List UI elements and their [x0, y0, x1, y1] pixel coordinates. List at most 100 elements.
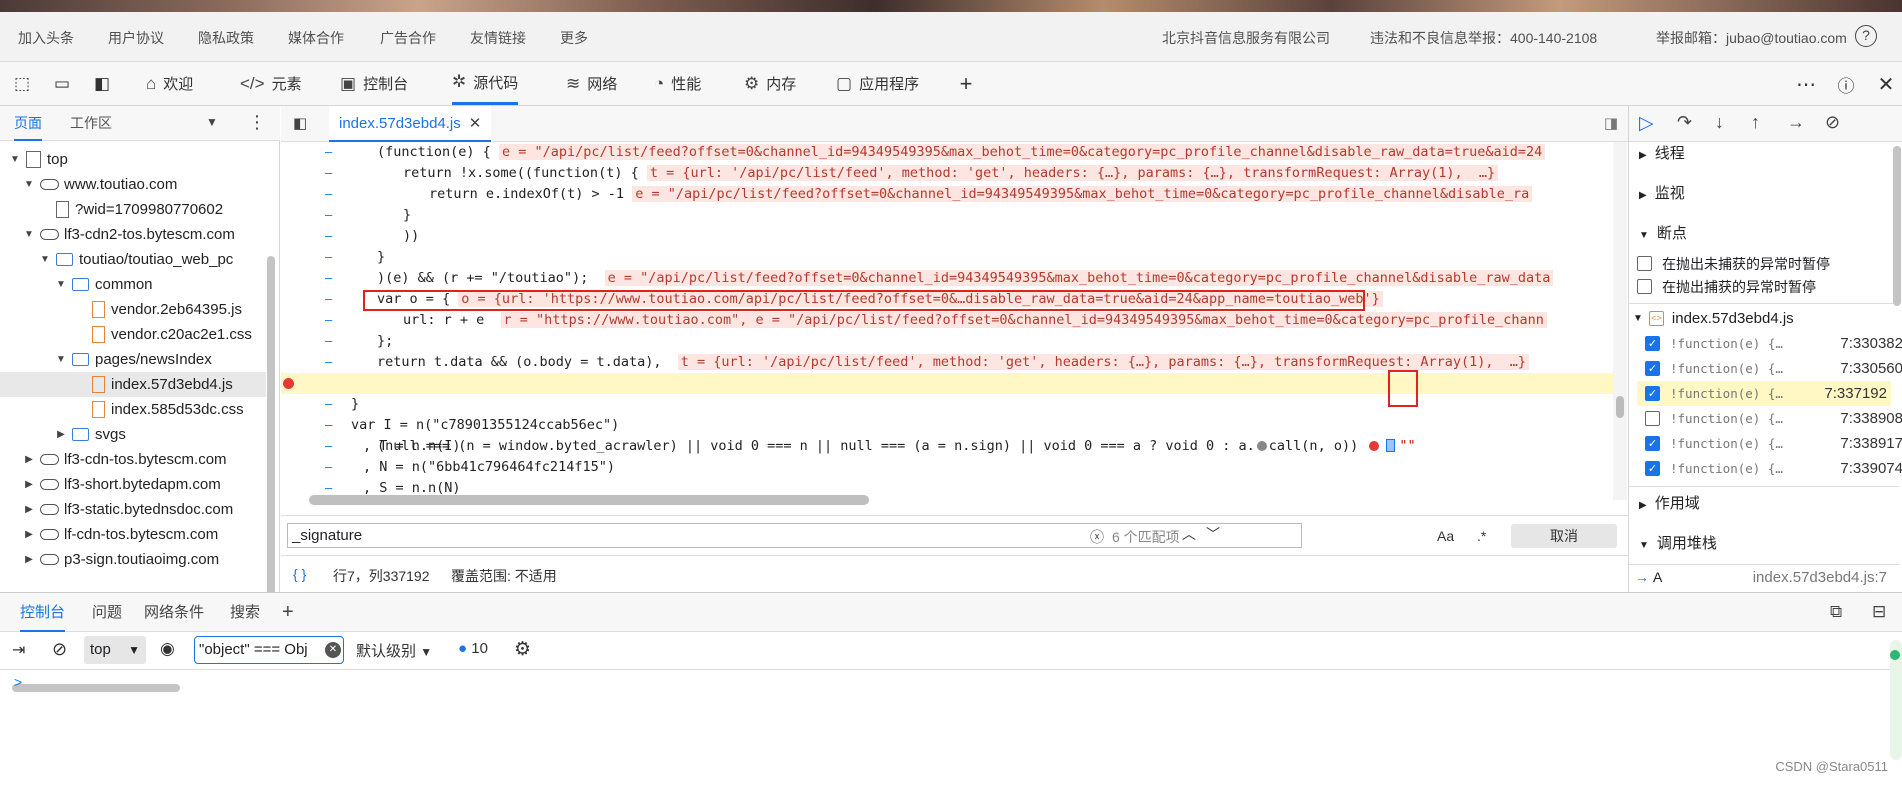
breakpoint-marker[interactable] [283, 378, 294, 389]
gear-icon[interactable]: ⚙ [514, 638, 531, 661]
checkbox[interactable]: ✓ [1645, 461, 1660, 476]
footer-link[interactable]: 媒体合作 [288, 28, 344, 48]
horizontal-scrollbar[interactable] [12, 684, 180, 692]
tab-memory[interactable]: ⚙ 内存 [744, 62, 796, 105]
log-level-selector[interactable]: 默认级别 ▼ [356, 640, 432, 661]
step-over-icon[interactable]: ↷ [1677, 112, 1692, 133]
checkbox[interactable] [1637, 279, 1652, 294]
add-tab-icon[interactable]: + [952, 70, 980, 98]
pause-uncaught-option[interactable]: 在抛出未捕获的异常时暂停 [1637, 251, 1899, 276]
footer-link[interactable]: 更多 [560, 28, 588, 48]
search-input[interactable]: _signature ⓧ 6 个匹配项 ︿ ﹀ [287, 523, 1302, 548]
tree-item[interactable]: vendor.2eb64395.js [0, 297, 266, 322]
console-prompt[interactable]: > [14, 674, 22, 690]
section-threads[interactable]: ▶ 线程 [1639, 142, 1685, 163]
footer-link[interactable]: 隐私政策 [198, 28, 254, 48]
chevron-down-icon[interactable]: ▼ [206, 115, 218, 129]
vertical-scrollbar[interactable] [1613, 142, 1627, 500]
dock-icon[interactable]: ⧉ [1830, 602, 1842, 622]
tab-pages[interactable]: 页面 [14, 106, 42, 141]
inspect-element-icon[interactable]: ⬚ [8, 70, 36, 98]
tab-workspace[interactable]: 工作区 [70, 106, 112, 141]
deactivate-breakpoints-icon[interactable]: ⊘ [1825, 112, 1840, 133]
footer-link[interactable]: 用户协议 [108, 28, 164, 48]
section-breakpoints[interactable]: ▼ 断点 [1639, 222, 1687, 243]
pause-caught-option[interactable]: 在抛出捕获的异常时暂停 [1637, 274, 1899, 299]
breakpoint-item[interactable]: ✓ !function(e) {… 7:339074 [1645, 456, 1902, 481]
issues-counter[interactable]: ● 10 [458, 640, 488, 657]
tab-sources[interactable]: ✲ 源代码 [452, 62, 519, 105]
tab-welcome[interactable]: ⌂ 欢迎 [146, 62, 193, 105]
section-watch[interactable]: ▶ 监视 [1639, 182, 1685, 203]
close-icon[interactable]: ✕ [469, 114, 482, 132]
horizontal-scrollbar[interactable] [309, 495, 869, 505]
sidebar-toggle-icon[interactable]: ⇥ [12, 640, 25, 660]
checkbox[interactable] [1645, 411, 1660, 426]
tree-item[interactable]: ▼ toutiao/toutiao_web_pc [0, 247, 266, 272]
breakpoint-item[interactable]: ✓ !function(e) {… 7:330382 [1645, 331, 1902, 356]
context-selector[interactable]: top ▼ [84, 636, 146, 664]
tree-item[interactable]: ▼ common [0, 272, 266, 297]
help-icon[interactable]: ⓘ [1832, 70, 1860, 98]
clear-filter-icon[interactable]: ✕ [325, 642, 341, 658]
call-frame[interactable]: → A index.57d3ebd4.js:7 [1629, 564, 1899, 592]
previous-match-icon[interactable]: ︿ [1182, 524, 1196, 544]
breakpoint-item-active[interactable]: ✓ !function(e) {… 7:337192 [1637, 381, 1891, 406]
close-icon[interactable]: ✕ [1872, 70, 1900, 98]
breakpoint-file[interactable]: ▼ <> index.57d3ebd4.js [1633, 306, 1895, 331]
code-view[interactable]: – (function(e) { e = "/api/pc/list/feed?o… [281, 142, 1613, 500]
checkbox[interactable] [1637, 256, 1652, 271]
device-toolbar-icon[interactable]: ▭ [48, 70, 76, 98]
close-drawer-icon[interactable]: ⊟ [1872, 602, 1886, 622]
next-match-icon[interactable]: ﹀ [1206, 524, 1220, 544]
tree-item[interactable]: index.585d53dc.css [0, 397, 266, 422]
tab-application[interactable]: ▢ 应用程序 [836, 62, 919, 105]
resume-icon[interactable]: ▷ [1639, 112, 1654, 135]
tree-item[interactable]: ▼ www.toutiao.com [0, 172, 266, 197]
tab-console[interactable]: ▣ 控制台 [340, 62, 408, 105]
toggle-navigator-icon[interactable]: ◧ [293, 114, 307, 132]
help-icon[interactable]: ? [1855, 25, 1877, 47]
footer-link[interactable]: 加入头条 [18, 28, 74, 48]
file-tab[interactable]: index.57d3ebd4.js ✕ [329, 106, 492, 142]
checkbox[interactable]: ✓ [1645, 361, 1660, 376]
clear-console-icon[interactable]: ⊘ [52, 639, 67, 660]
clear-search-icon[interactable]: ⓧ [1090, 527, 1104, 547]
tab-elements[interactable]: </> 元素 [240, 62, 302, 105]
tree-item[interactable]: ▶ lf-cdn-tos.bytescm.com [0, 522, 266, 547]
breakpoint-item[interactable]: !function(e) {… 7:338908 [1645, 406, 1902, 431]
regex-button[interactable]: .* [1477, 528, 1486, 544]
tree-item[interactable]: ▶ lf3-cdn-tos.bytescm.com [0, 447, 266, 472]
breakpoint-item[interactable]: ✓ !function(e) {… 7:330560 [1645, 356, 1902, 381]
tree-item[interactable]: ▶ p3-sign.toutiaoimg.com [0, 547, 266, 572]
more-vert-icon[interactable]: ⋮ [248, 112, 266, 133]
add-tab-icon[interactable]: + [282, 593, 294, 632]
tree-item-selected[interactable]: index.57d3ebd4.js [0, 372, 266, 397]
filter-input[interactable]: "object" === Obj ✕ [194, 636, 344, 664]
tab-console[interactable]: 控制台 [20, 593, 66, 632]
section-scope[interactable]: ▶ 作用域 [1639, 492, 1700, 513]
tab-network-conditions[interactable]: 网络条件 [144, 593, 204, 632]
tab-issues[interactable]: 问题 [92, 593, 122, 632]
tree-item[interactable]: ▼ lf3-cdn2-tos.bytescm.com [0, 222, 266, 247]
vertical-scrollbar[interactable] [1893, 146, 1901, 306]
footer-link[interactable]: 友情链接 [470, 28, 526, 48]
tree-item[interactable]: ?wid=1709980770602 [0, 197, 266, 222]
step-icon[interactable]: → [1787, 112, 1805, 133]
match-case-button[interactable]: Aa [1437, 528, 1454, 544]
footer-link[interactable]: 广告合作 [380, 28, 436, 48]
step-into-icon[interactable]: ↓ [1715, 112, 1724, 133]
tree-item[interactable]: ▼ pages/newsIndex [0, 347, 266, 372]
tree-item[interactable]: ▼ top [0, 147, 266, 172]
step-out-icon[interactable]: ↑ [1751, 112, 1760, 133]
checkbox[interactable]: ✓ [1645, 436, 1660, 451]
tree-item[interactable]: ▶ lf3-static.bytednsdoc.com [0, 497, 266, 522]
tree-item[interactable]: ▶ lf3-short.bytedapm.com [0, 472, 266, 497]
breakpoint-item[interactable]: ✓ !function(e) {… 7:338917 [1645, 431, 1902, 456]
toggle-debugger-icon[interactable]: ◨ [1604, 114, 1618, 132]
tab-performance[interactable]: ◔ 性能 [654, 62, 701, 105]
tab-network[interactable]: ≋ 网络 [566, 62, 617, 105]
checkbox[interactable]: ✓ [1645, 336, 1660, 351]
toggle-drawer-icon[interactable]: ◧ [88, 70, 116, 98]
tab-search[interactable]: 搜索 [230, 593, 260, 632]
